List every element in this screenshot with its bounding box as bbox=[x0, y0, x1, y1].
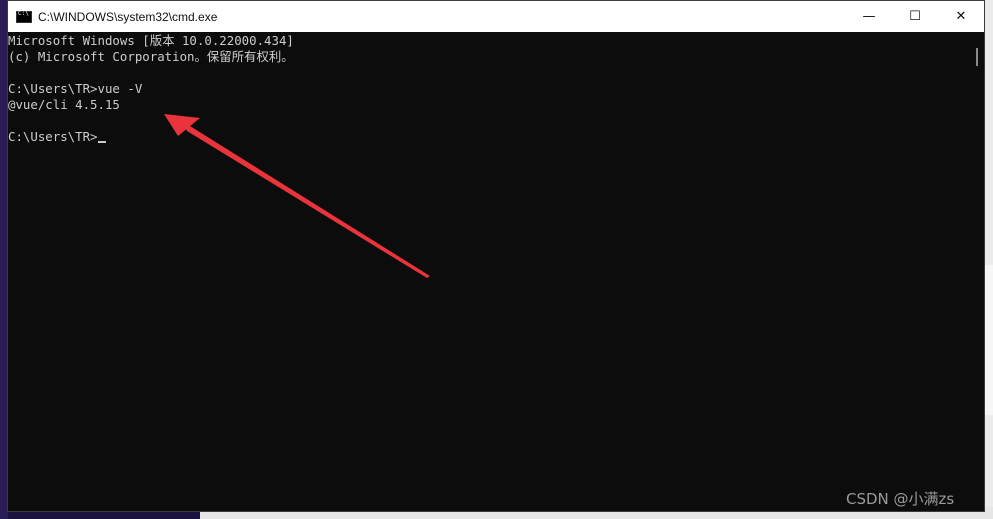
csdn-watermark: CSDN @小满zs bbox=[846, 490, 955, 508]
annotation-arrow-icon bbox=[164, 114, 430, 278]
